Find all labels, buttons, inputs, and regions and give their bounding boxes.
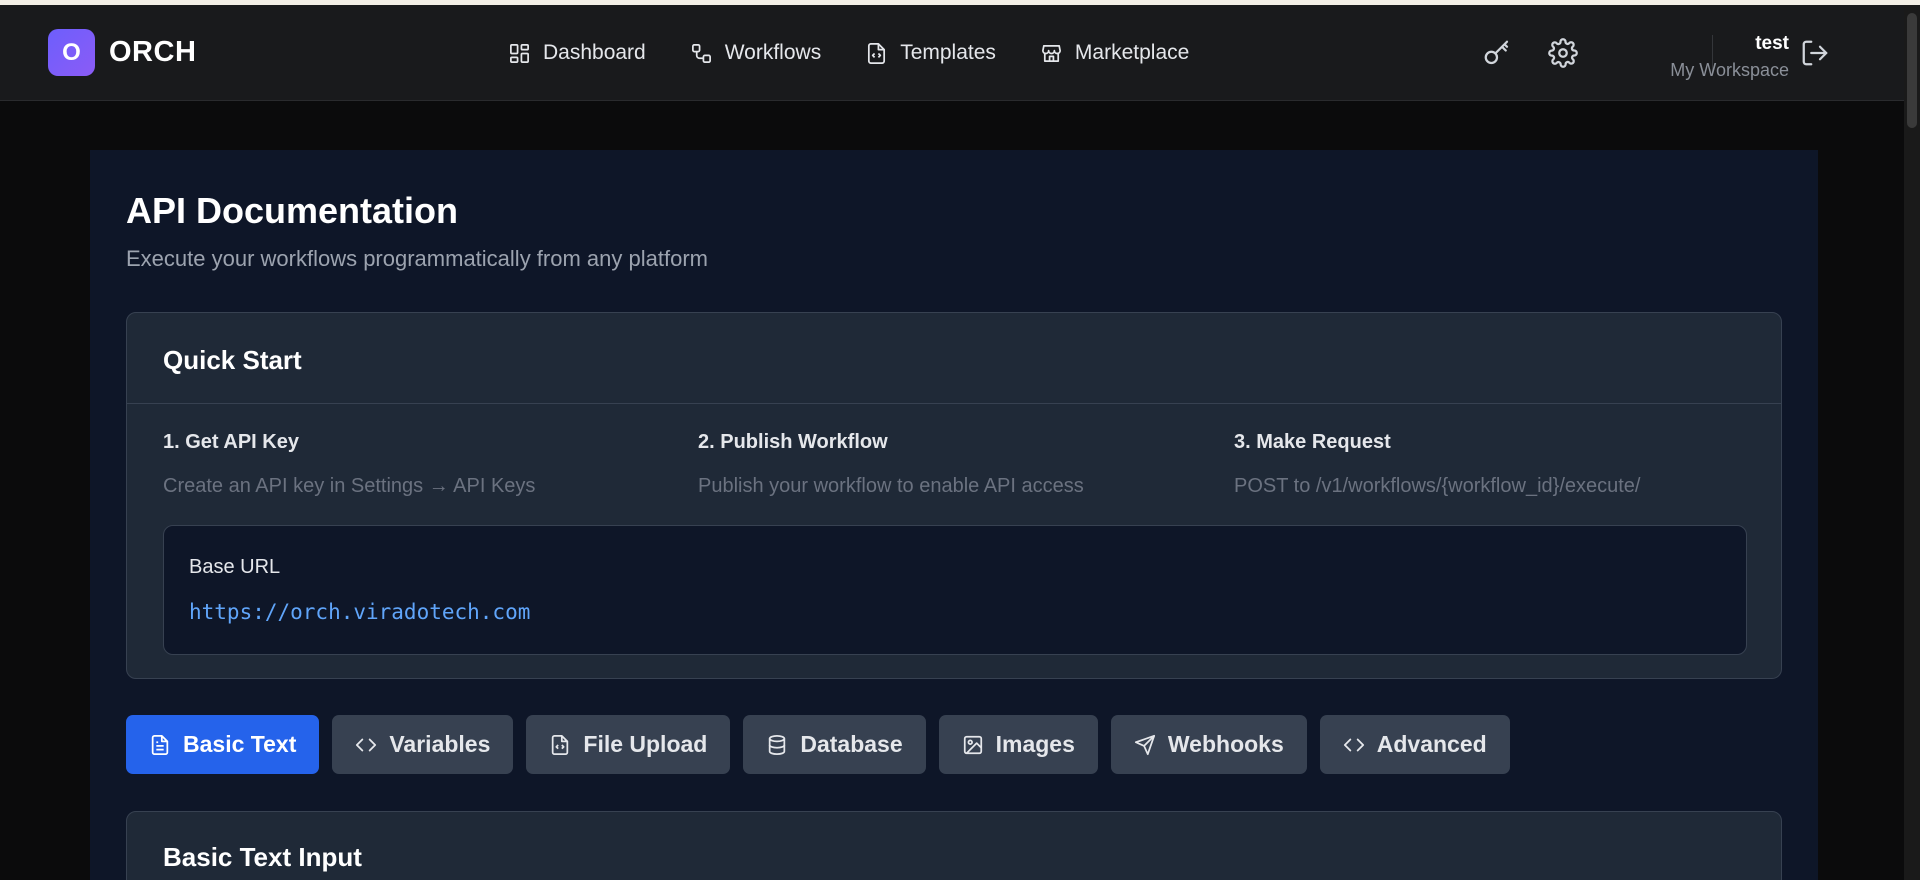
step-description: POST to /v1/workflows/{workflow_id}/exec… xyxy=(1234,475,1641,497)
settings-button[interactable] xyxy=(1548,38,1578,68)
workspace-name: My Workspace xyxy=(1670,60,1789,80)
section-title: Basic Text Input xyxy=(163,842,362,872)
api-docs-panel: API Documentation Execute your workflows… xyxy=(90,150,1818,880)
tab-advanced[interactable]: Advanced xyxy=(1319,715,1510,774)
image-icon xyxy=(963,735,982,754)
logo-badge: O xyxy=(48,29,95,76)
gear-icon xyxy=(1548,38,1578,68)
tab-label: Variables xyxy=(389,731,491,757)
step-title: 2. Publish Workflow xyxy=(698,431,888,453)
main-nav: Dashboard Workflows Templates Marketplac… xyxy=(508,5,1189,101)
navbar-right: test My Workspace xyxy=(1484,5,1904,101)
store-icon xyxy=(1041,44,1061,62)
tab-label: Basic Text xyxy=(183,731,297,757)
code-icon xyxy=(1343,738,1364,751)
nav-templates[interactable]: Templates xyxy=(865,41,996,65)
tab-database[interactable]: Database xyxy=(743,715,926,774)
nav-label: Workflows xyxy=(724,41,822,64)
step-get-api-key: 1. Get API Key Create an API key in Sett… xyxy=(163,431,683,498)
step-title: 1. Get API Key xyxy=(163,431,299,453)
logo[interactable]: O ORCH xyxy=(48,29,196,76)
step-description: Create an API key in Settings → API Keys xyxy=(163,475,536,497)
tab-label: Database xyxy=(800,731,903,757)
file-code-icon xyxy=(552,734,569,755)
base-url-label: Base URL xyxy=(189,556,281,578)
tab-file-upload[interactable]: File Upload xyxy=(526,715,731,774)
divider xyxy=(127,403,1781,404)
tab-label: Advanced xyxy=(1376,731,1487,757)
dashboard-grid-icon xyxy=(510,43,529,63)
step-title: 3. Make Request xyxy=(1234,431,1391,453)
step-make-request: 3. Make Request POST to /v1/workflows/{w… xyxy=(1234,431,1754,498)
send-icon xyxy=(1134,734,1155,755)
nav-dashboard[interactable]: Dashboard xyxy=(508,41,646,65)
nav-label: Marketplace xyxy=(1074,41,1190,64)
nav-workflows[interactable]: Workflows xyxy=(690,41,821,65)
api-keys-button[interactable] xyxy=(1482,38,1512,68)
quick-start-title: Quick Start xyxy=(163,345,302,375)
workflow-icon xyxy=(691,43,711,63)
key-icon xyxy=(1484,40,1509,65)
tab-label: File Upload xyxy=(583,731,708,757)
tab-images[interactable]: Images xyxy=(938,715,1098,774)
code-icon xyxy=(356,738,377,751)
tab-label: Images xyxy=(995,731,1075,757)
tab-basic-text[interactable]: Basic Text xyxy=(126,715,320,774)
quick-start-card: Quick Start 1. Get API Key Create an API… xyxy=(126,312,1782,679)
user-name: test xyxy=(1755,33,1789,54)
base-url-value[interactable]: https://orch.viradotech.com xyxy=(189,600,530,624)
step-description: Publish your workflow to enable API acce… xyxy=(698,475,1084,497)
page-subtitle: Execute your workflows programmatically … xyxy=(126,246,708,271)
tab-label: Webhooks xyxy=(1167,731,1284,757)
nav-label: Dashboard xyxy=(543,41,646,64)
example-tabs: Basic Text Variables File Upload Databas… xyxy=(126,715,1510,774)
top-navbar: O ORCH Dashboard Workflows Templates Mar… xyxy=(0,5,1904,101)
page-scrollbar[interactable] xyxy=(1904,5,1920,880)
database-icon xyxy=(769,734,786,755)
document-icon xyxy=(151,734,169,755)
nav-marketplace[interactable]: Marketplace xyxy=(1040,41,1189,65)
base-url-box: Base URL https://orch.viradotech.com xyxy=(163,525,1747,655)
tab-webhooks[interactable]: Webhooks xyxy=(1110,715,1307,774)
step-publish-workflow: 2. Publish Workflow Publish your workflo… xyxy=(698,431,1218,498)
scrollbar-thumb[interactable] xyxy=(1907,13,1917,128)
template-file-icon xyxy=(868,42,886,64)
app-name: ORCH xyxy=(109,36,197,68)
logout-icon xyxy=(1802,40,1828,66)
tab-variables[interactable]: Variables xyxy=(332,715,514,774)
logout-button[interactable] xyxy=(1800,38,1830,68)
page-title: API Documentation xyxy=(126,190,459,231)
basic-text-section: Basic Text Input xyxy=(126,811,1782,880)
nav-label: Templates xyxy=(900,41,996,64)
